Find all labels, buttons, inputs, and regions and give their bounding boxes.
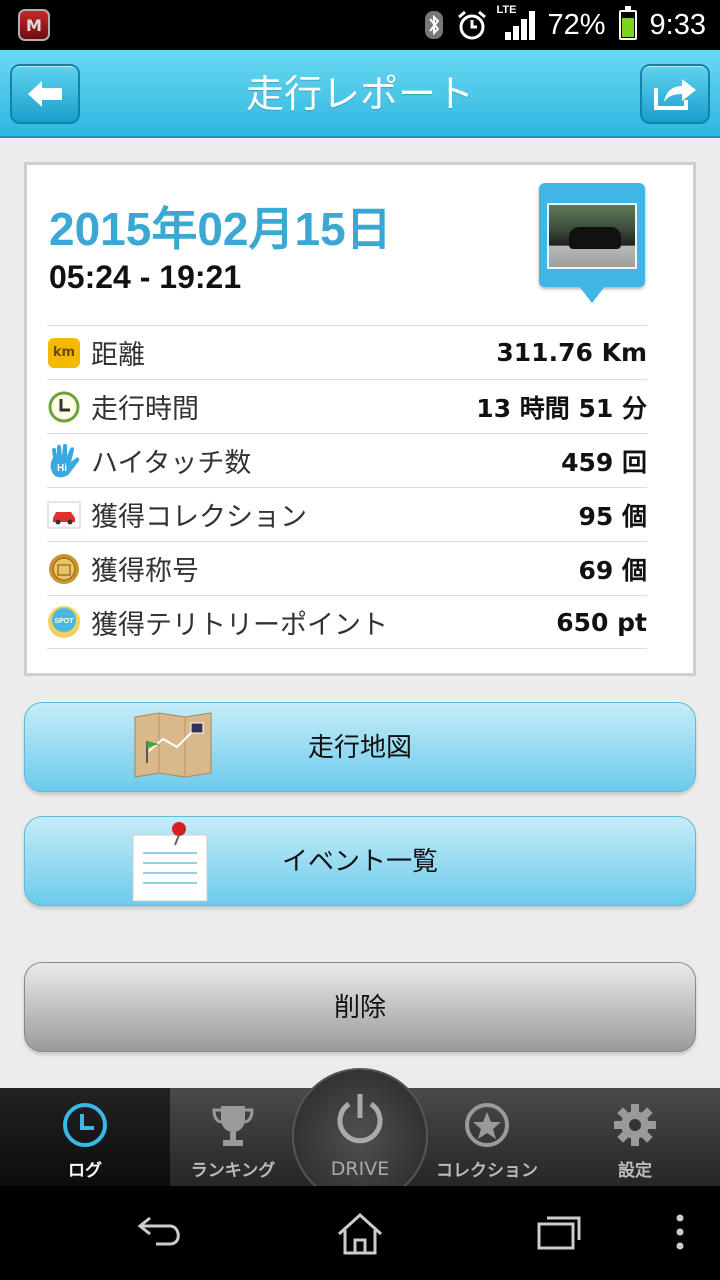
car-icon [47,498,81,532]
star-icon [465,1103,509,1147]
nav-back-icon[interactable] [136,1212,186,1252]
signal-icon: LTE [497,4,535,40]
clock-time: 9:33 [649,8,706,41]
nav-menu-icon[interactable] [672,1212,688,1252]
bluetooth-icon [424,11,443,39]
drive-map-button[interactable]: 走行地図 [24,702,696,792]
svg-text:Hi: Hi [57,463,67,474]
drive-map-label: 走行地図 [307,733,412,763]
report-card: 2015年02月15日 05:24 - 19:21 km 距離 311.76 K… [24,162,696,676]
trophy-icon [212,1106,254,1146]
delete-button[interactable]: 削除 [24,962,696,1052]
hi-five-icon: Hi [47,443,81,478]
stat-row-collection: 獲得コレクション 95 個 [47,487,647,541]
tab-log[interactable]: ログ [0,1088,170,1186]
title-bar: 走行レポート [0,50,720,138]
medal-icon [47,552,81,586]
system-nav-bar [0,1186,720,1280]
clock-icon [47,390,81,424]
back-button[interactable] [10,64,80,124]
event-list-label: イベント一覧 [281,847,438,877]
report-time-range: 05:24 - 19:21 [49,259,242,295]
stat-row-drive-time: 走行時間 13 時間 51 分 [47,379,647,433]
delete-label: 削除 [333,993,386,1023]
report-date: 2015年02月15日 [49,203,392,255]
stat-row-titles: 獲得称号 69 個 [47,541,647,595]
battery-icon [618,6,637,40]
drive-label: DRIVE [330,1158,390,1180]
status-bar: M LTE 72% 9:33 [0,0,720,50]
power-icon [337,1094,383,1144]
event-list-button[interactable]: イベント一覧 [24,816,696,906]
stat-row-distance: km 距離 311.76 Km [47,325,647,379]
stats-list: km 距離 311.76 Km 走行時間 13 時間 51 分 Hi ハイタッチ… [47,325,647,649]
tab-settings[interactable]: 設定 [550,1088,720,1186]
battery-percent: 72% [547,8,606,41]
clock-icon [63,1103,107,1147]
share-icon [654,79,696,110]
km-icon: km [47,336,81,370]
nav-recents-icon[interactable] [535,1212,585,1252]
page-title: 走行レポート [245,72,474,116]
stat-row-territory: SPOT 獲得テリトリーポイント 650 pt [47,595,647,649]
gear-icon [614,1104,656,1146]
svg-text:SPOT: SPOT [54,618,74,625]
nav-home-icon[interactable] [335,1212,385,1256]
car-photo-pin-icon[interactable] [539,183,645,303]
tab-collection[interactable]: コレクション [424,1088,550,1186]
back-arrow-icon [28,81,62,107]
alarm-icon [457,10,486,40]
tab-ranking[interactable]: ランキング [170,1088,296,1186]
security-app-icon: M [18,9,50,41]
spot-icon: SPOT [47,605,81,639]
share-button[interactable] [640,64,710,124]
car-photo [547,203,637,269]
drive-button[interactable]: DRIVE [292,1068,428,1204]
stat-row-hi-touch: Hi ハイタッチ数 459 回 [47,433,647,487]
